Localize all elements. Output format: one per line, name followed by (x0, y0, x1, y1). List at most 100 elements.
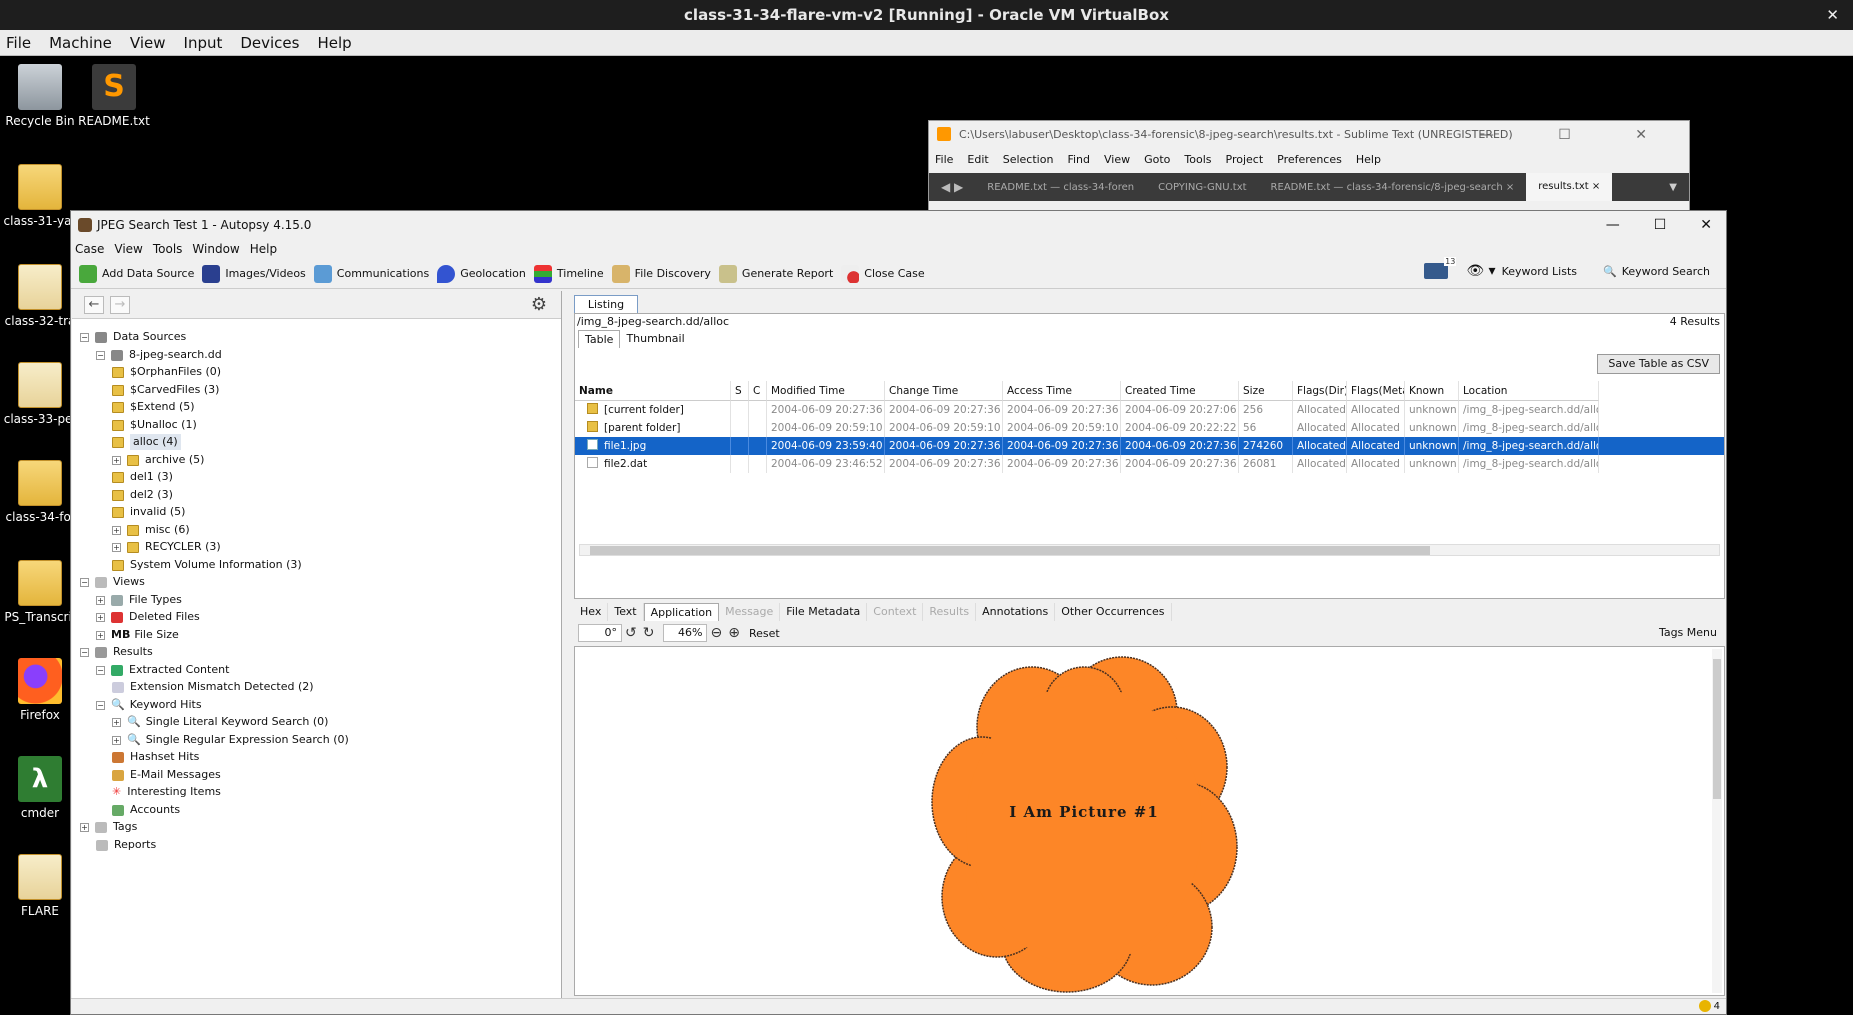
vbox-menu-help[interactable]: Help (317, 34, 351, 52)
images-videos-button[interactable]: Images/Videos (202, 264, 306, 283)
column-header-location[interactable]: Location (1459, 381, 1599, 401)
tree-node-interesting-items[interactable]: ✳ Interesting Items (112, 784, 221, 800)
menu-help[interactable]: Help (250, 242, 277, 256)
tree-node-system-volume-information[interactable]: System Volume Information (3) (112, 557, 302, 573)
tree-node-invalid[interactable]: invalid (5) (112, 504, 185, 520)
scrollbar-thumb[interactable] (1713, 659, 1721, 799)
keyword-search-button[interactable]: 🔍 Keyword Search (1603, 265, 1710, 278)
tree-node-email[interactable]: E-Mail Messages (112, 767, 221, 783)
tree-node-del1[interactable]: del1 (3) (112, 469, 173, 485)
column-header-flags-dir[interactable]: Flags(Dir) (1293, 381, 1347, 401)
sublime-tab-readme-2[interactable]: README.txt — class-34-forensic/8-jpeg-se… (1259, 182, 1527, 193)
communications-button[interactable]: Communications (313, 264, 429, 283)
generate-report-button[interactable]: Generate Report (718, 264, 833, 283)
sublime-menu-view[interactable]: View (1104, 153, 1130, 166)
sublime-tab-readme-1[interactable]: README.txt — class-34-foren (975, 182, 1146, 193)
sublime-menu-help[interactable]: Help (1356, 153, 1381, 166)
gear-icon[interactable]: ⚙ (531, 294, 547, 315)
sublime-tab-results[interactable]: results.txt × (1526, 173, 1613, 201)
column-header-modified[interactable]: Modified Time (767, 381, 885, 401)
tree-node-del2[interactable]: del2 (3) (112, 487, 173, 503)
tree-node-misc[interactable]: + misc (6) (112, 522, 190, 538)
menu-window[interactable]: Window (192, 242, 239, 256)
keyword-lists-button[interactable]: 👁 ▾ Keyword Lists (1466, 263, 1577, 279)
scrollbar-thumb[interactable] (590, 546, 1430, 555)
minimize-button[interactable]: — (1606, 211, 1620, 239)
desktop-icon-ps-transcripts[interactable]: PS_Transcri. (0, 560, 80, 624)
timeline-button[interactable]: Timeline (533, 264, 604, 283)
table-row[interactable]: [current folder]2004-06-09 20:27:36 PDT2… (575, 401, 1724, 419)
save-table-csv-button[interactable]: Save Table as CSV (1597, 354, 1720, 374)
tree-node-single-regex[interactable]: + 🔍 Single Regular Expression Search (0) (112, 732, 349, 748)
tree-node-recycler[interactable]: + RECYCLER (3) (112, 539, 221, 555)
column-header-size[interactable]: Size (1239, 381, 1293, 401)
menu-case[interactable]: Case (75, 242, 104, 256)
tree-node-archive[interactable]: + archive (5) (112, 452, 204, 468)
tree-node-reports[interactable]: Reports (96, 837, 156, 853)
tab-nav-arrows[interactable]: ◀ ▶ (929, 180, 975, 194)
tree-node-extracted-content[interactable]: − Extracted Content (96, 662, 229, 678)
tab-file-metadata[interactable]: File Metadata (780, 603, 868, 621)
virtualbox-close-button[interactable]: ✕ (1826, 0, 1839, 30)
zoom-out-icon[interactable]: ⊖ (710, 625, 722, 641)
vertical-scrollbar[interactable] (1712, 649, 1722, 993)
close-icon[interactable]: × (1592, 181, 1600, 192)
reset-button[interactable]: Reset (749, 627, 780, 640)
tab-thumbnail[interactable]: Thumbnail (620, 330, 690, 348)
file-discovery-button[interactable]: File Discovery (611, 264, 711, 283)
column-header-s[interactable]: S (731, 381, 749, 401)
vbox-menu-view[interactable]: View (130, 34, 166, 52)
tree-node-extension-mismatch[interactable]: Extension Mismatch Detected (2) (112, 679, 314, 695)
column-header-access[interactable]: Access Time (1003, 381, 1121, 401)
desktop-icon-class-33[interactable]: class-33-pe. (0, 362, 80, 426)
tree-node-accounts[interactable]: Accounts (112, 802, 180, 818)
vbox-menu-devices[interactable]: Devices (240, 34, 299, 52)
desktop-icon-flare[interactable]: FLARE (0, 854, 80, 918)
tree-node-single-literal[interactable]: + 🔍 Single Literal Keyword Search (0) (112, 714, 328, 730)
tab-text[interactable]: Text (608, 603, 644, 621)
close-case-button[interactable]: Close Case (841, 264, 925, 283)
tab-application[interactable]: Application (643, 603, 720, 621)
tab-hex[interactable]: Hex (574, 603, 609, 621)
tree-node-orphanfiles[interactable]: $OrphanFiles (0) (112, 364, 221, 380)
sublime-menu-edit[interactable]: Edit (967, 153, 988, 166)
tree-node-hashset-hits[interactable]: Hashset Hits (112, 749, 199, 765)
column-header-change[interactable]: Change Time (885, 381, 1003, 401)
tree-node-file-size[interactable]: + MB File Size (96, 627, 179, 643)
column-header-flags-meta[interactable]: Flags(Meta) (1347, 381, 1405, 401)
menu-view[interactable]: View (114, 242, 142, 256)
tab-dropdown-icon[interactable]: ▼ (1657, 182, 1689, 193)
geolocation-button[interactable]: Geolocation (437, 264, 526, 283)
notification-indicator[interactable]: 4 (1698, 1000, 1720, 1012)
tree-node-image[interactable]: −8-jpeg-search.dd (96, 347, 222, 363)
vbox-menu-machine[interactable]: Machine (49, 34, 112, 52)
tree-node-data-sources[interactable]: − Data Sources (80, 329, 186, 345)
close-button[interactable]: ✕ (1700, 211, 1712, 239)
maximize-button[interactable]: ☐ (1654, 211, 1667, 239)
tree-node-unalloc[interactable]: $Unalloc (1) (112, 417, 197, 433)
rotate-right-icon[interactable]: ↻ (643, 625, 655, 641)
zoom-field[interactable]: 46% (663, 624, 708, 642)
sublime-tab-copying[interactable]: COPYING-GNU.txt (1146, 182, 1258, 193)
table-row[interactable]: [parent folder]2004-06-09 20:59:10 PDT20… (575, 419, 1724, 437)
tree-node-extend[interactable]: $Extend (5) (112, 399, 195, 415)
desktop-icon-class-31[interactable]: class-31-yar (0, 164, 80, 228)
desktop-icon-firefox[interactable]: Firefox (0, 658, 80, 722)
rotation-field[interactable]: 0° (578, 624, 622, 642)
sublime-menu-file[interactable]: File (935, 153, 953, 166)
sublime-window[interactable]: C:\Users\labuser\Desktop\class-34-forens… (928, 120, 1690, 220)
table-row[interactable]: file1.jpg2004-06-09 23:59:40 PDT2004-06-… (575, 437, 1724, 455)
sublime-menu-project[interactable]: Project (1226, 153, 1264, 166)
sublime-menu-preferences[interactable]: Preferences (1277, 153, 1342, 166)
zoom-in-icon[interactable]: ⊕ (728, 625, 740, 641)
rotate-left-icon[interactable]: ↺ (625, 625, 637, 641)
desktop-icon-class-34[interactable]: class-34-fo. (0, 460, 80, 524)
table-row[interactable]: file2.dat2004-06-09 23:46:52 PDT2004-06-… (575, 455, 1724, 473)
mail-notification-icon[interactable]: 13 (1424, 257, 1457, 279)
sublime-menu-goto[interactable]: Goto (1144, 153, 1170, 166)
sublime-window-controls[interactable]: — ☐ ✕ (1480, 121, 1677, 149)
menu-tools[interactable]: Tools (153, 242, 183, 256)
add-data-source-button[interactable]: Add Data Source (79, 264, 194, 283)
tab-annotations[interactable]: Annotations (976, 603, 1056, 621)
tab-listing[interactable]: Listing (574, 295, 638, 313)
